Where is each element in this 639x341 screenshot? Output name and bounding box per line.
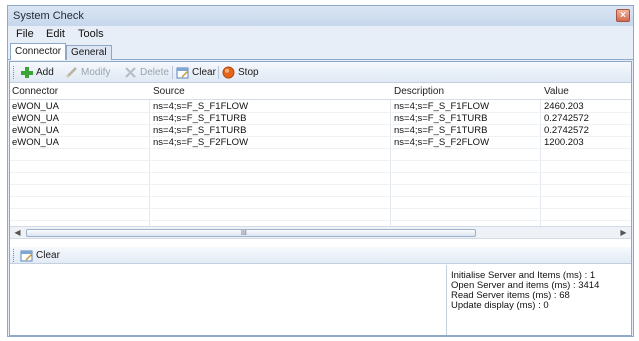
pencil-icon (65, 66, 78, 79)
cell-description: ns=4;s=F_S_F1TURB (394, 125, 488, 136)
cell-connector: eWON_UA (12, 101, 59, 112)
cell-value: 1200.203 (544, 137, 584, 148)
log-toolbar: Clear (10, 247, 631, 264)
cell-value: 0.2742572 (544, 113, 589, 124)
empty-row (10, 209, 631, 221)
toolbar-separator (218, 66, 219, 79)
scroll-right-arrow-icon[interactable]: ▶ (618, 228, 629, 238)
menu-file[interactable]: File (16, 28, 34, 40)
stop-circle-icon (222, 66, 235, 79)
stop-label: Stop (238, 67, 259, 78)
cell-connector: eWON_UA (12, 113, 59, 124)
tab-connector-label: Connector (15, 46, 62, 57)
delete-button[interactable]: Delete (124, 65, 169, 80)
log-clear-button[interactable]: Clear (20, 248, 60, 263)
connector-table: Connector Source Description Value eWON_… (10, 83, 631, 226)
tab-connector[interactable]: Connector (10, 43, 67, 60)
title-bar[interactable]: System Check × (8, 6, 633, 26)
log-line: Update display (ms) : 0 (451, 300, 549, 311)
column-header-value[interactable]: Value (544, 86, 569, 97)
delete-x-icon (124, 66, 137, 79)
modify-label: Modify (81, 67, 111, 78)
cell-source: ns=4;s=F_S_F1TURB (153, 113, 247, 124)
clear-label: Clear (192, 67, 216, 78)
window-title: System Check (13, 10, 84, 22)
tab-strip: Connector General (8, 43, 633, 60)
add-label: Add (36, 67, 54, 78)
empty-row (10, 161, 631, 173)
cell-source: ns=4;s=F_S_F1FLOW (153, 101, 249, 112)
column-header-description[interactable]: Description (394, 86, 444, 97)
tab-general-label: General (71, 47, 107, 58)
plus-icon (20, 66, 33, 79)
cell-value: 0.2742572 (544, 125, 589, 136)
cell-description: ns=4;s=F_S_F2FLOW (394, 137, 490, 148)
stop-button[interactable]: Stop (222, 65, 259, 80)
log-output-area[interactable] (10, 265, 447, 335)
cell-source: ns=4;s=F_S_F2FLOW (153, 137, 249, 148)
cell-connector: eWON_UA (12, 125, 59, 136)
menu-tools[interactable]: Tools (78, 28, 104, 40)
close-button[interactable]: × (616, 9, 630, 22)
empty-row (10, 185, 631, 197)
connector-panel: Add Modify Delete Clear Stop Connector S… (9, 61, 632, 336)
table-row[interactable]: eWON_UA ns=4;s=F_S_F2FLOW ns=4;s=F_S_F2F… (10, 137, 631, 149)
cell-description: ns=4;s=F_S_F1TURB (394, 113, 488, 124)
scrollbar-grip: III (241, 230, 247, 237)
clear-document-icon (20, 249, 33, 262)
toolbar-grip[interactable] (13, 66, 16, 79)
system-check-window: System Check × File Edit Tools Connector… (7, 5, 634, 337)
table-row[interactable]: eWON_UA ns=4;s=F_S_F1FLOW ns=4;s=F_S_F1F… (10, 101, 631, 113)
close-icon: × (620, 10, 626, 21)
cell-description: ns=4;s=F_S_F1FLOW (394, 101, 490, 112)
scrollbar-thumb[interactable]: III (26, 229, 476, 237)
clear-button[interactable]: Clear (176, 65, 216, 80)
cell-value: 2460.203 (544, 101, 584, 112)
tab-general[interactable]: General (66, 45, 112, 60)
table-row[interactable]: eWON_UA ns=4;s=F_S_F1TURB ns=4;s=F_S_F1T… (10, 125, 631, 137)
cell-connector: eWON_UA (12, 137, 59, 148)
modify-button[interactable]: Modify (65, 65, 110, 80)
column-header-source[interactable]: Source (153, 86, 185, 97)
timing-log: Initialise Server and Items (ms) : 1 Ope… (451, 271, 631, 335)
add-button[interactable]: Add (20, 65, 54, 80)
menu-edit[interactable]: Edit (46, 28, 65, 40)
log-clear-label: Clear (36, 250, 60, 261)
empty-row (10, 173, 631, 185)
empty-row (10, 149, 631, 161)
connector-toolbar: Add Modify Delete Clear Stop (10, 62, 631, 83)
table-header: Connector Source Description Value (10, 83, 631, 100)
delete-label: Delete (140, 67, 169, 78)
toolbar-separator (172, 66, 173, 79)
table-row[interactable]: eWON_UA ns=4;s=F_S_F1TURB ns=4;s=F_S_F1T… (10, 113, 631, 125)
column-header-connector[interactable]: Connector (12, 86, 58, 97)
cell-source: ns=4;s=F_S_F1TURB (153, 125, 247, 136)
empty-row (10, 197, 631, 209)
clear-document-icon (176, 66, 189, 79)
horizontal-scrollbar[interactable]: ◀ III ▶ (10, 226, 631, 239)
scroll-left-arrow-icon[interactable]: ◀ (12, 228, 23, 238)
toolbar-grip[interactable] (13, 249, 16, 262)
menu-bar: File Edit Tools (8, 26, 633, 43)
